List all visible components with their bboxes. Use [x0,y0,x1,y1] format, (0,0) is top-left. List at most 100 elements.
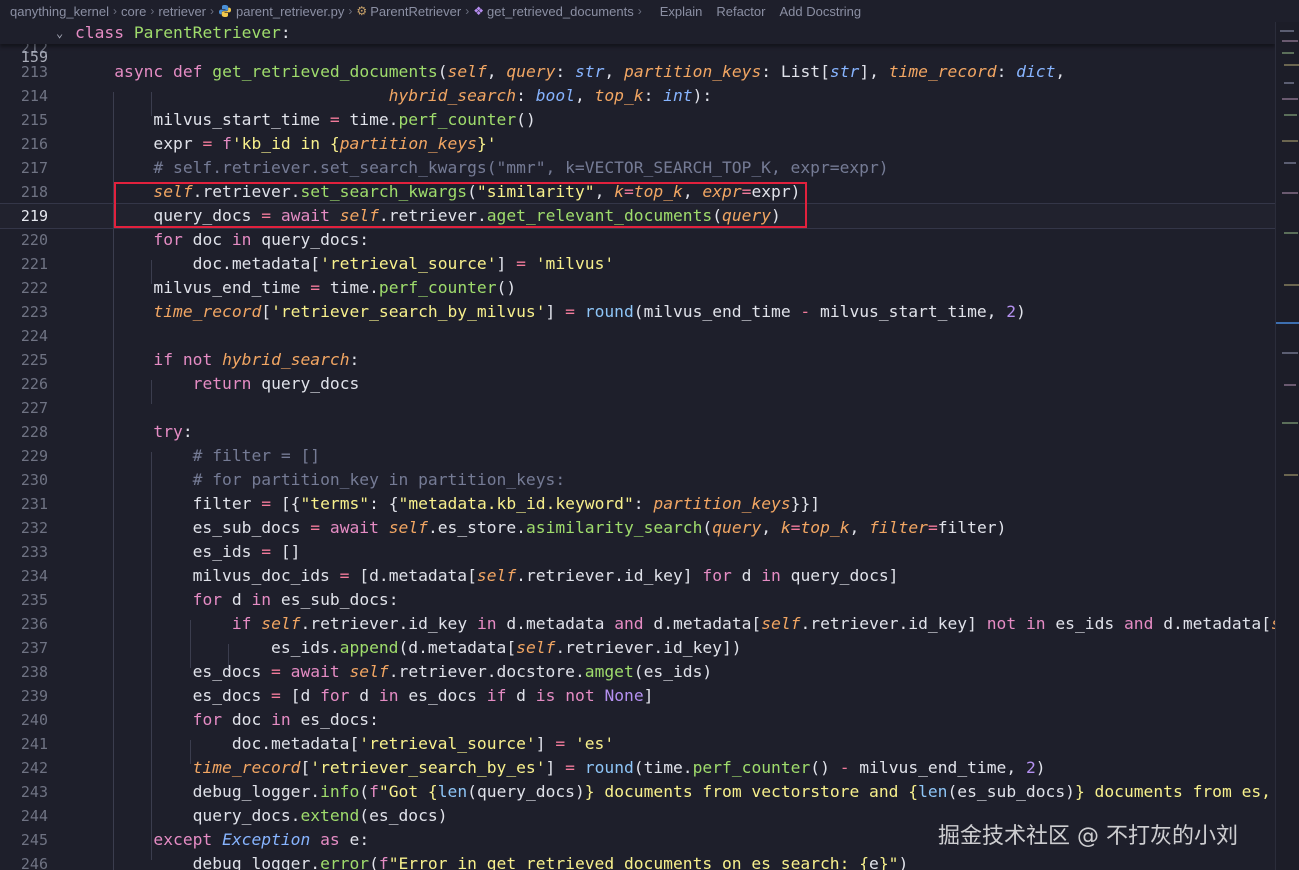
line-number: 236 [20,615,48,633]
minimap-line [1280,30,1294,32]
minimap-line [1282,192,1298,194]
add-docstring-action[interactable]: Add Docstring [779,4,861,19]
minimap-line [1282,52,1294,54]
code-line-216: 216 expr = f'kb_id in {partition_keys}' [0,132,1275,156]
minimap-line [1282,140,1298,142]
chevron-right-icon: › [210,4,215,18]
code-line-217: 217 # self.retriever.set_search_kwargs("… [0,156,1275,180]
code-line-225: 225 if not hybrid_search: [0,348,1275,372]
line-number: 220 [20,231,48,249]
annotation-highlight-box [114,182,807,228]
code-line-243: 243 debug_logger.info(f"Got {len(query_d… [0,780,1275,804]
chevron-right-icon: › [348,4,353,18]
code-line-224: 224 [0,324,1275,348]
breadcrumb-item-qanything-kernel[interactable]: qanything_kernel [10,4,109,19]
breadcrumb-item-core[interactable]: core [121,4,146,19]
code-line-221: 221 doc.metadata['retrieval_source'] = '… [0,252,1275,276]
minimap-line [1282,98,1298,100]
line-number: 239 [20,687,48,705]
line-number: 234 [20,567,48,585]
breadcrumb: qanything_kernel › core › retriever › pa… [0,0,1299,22]
code-line-239: 239 es_docs = [d for d in es_docs if d i… [0,684,1275,708]
chevron-right-icon: › [465,4,470,18]
watermark: 掘金技术社区 @ 不打灰的小刘 [938,824,1238,849]
code-line-233: 233 es_ids = [] [0,540,1275,564]
minimap-line [1284,82,1294,84]
line-number: 218 [20,183,48,201]
minimap-line [1284,474,1298,476]
minimap-line [1284,64,1299,66]
minimap-line [1284,114,1297,116]
line-number: 224 [20,327,48,345]
code-line-246: 246 debug_logger.error(f"Error in get_re… [0,852,1275,870]
line-number: 228 [20,423,48,441]
breadcrumb-item-class[interactable]: ParentRetriever [370,4,461,19]
line-number: 222 [20,279,48,297]
method-symbol-icon: ❖ [473,4,484,18]
minimap-line [1282,352,1298,354]
class-symbol-icon: ⚙ [356,4,368,18]
line-number: 223 [20,303,48,321]
minimap-line [1284,232,1298,234]
python-file-icon [219,5,232,17]
line-number: 243 [20,783,48,801]
code-line-230: 230 # for partition_key in partition_key… [0,468,1275,492]
explain-action[interactable]: Explain [660,4,703,19]
code-line-223: 223 time_record['retriever_search_by_mil… [0,300,1275,324]
code-line-240: 240 for doc in es_docs: [0,708,1275,732]
line-number: 231 [20,495,48,513]
line-number: 245 [20,831,48,849]
minimap-line [1282,40,1298,42]
code-line-234: 234 milvus_doc_ids = [d.metadata[self.re… [0,564,1275,588]
line-number: 238 [20,663,48,681]
breadcrumb-item-method[interactable]: get_retrieved_documents [487,4,634,19]
line-number: 225 [20,351,48,369]
code-line-237: 237 es_ids.append(d.metadata[self.retrie… [0,636,1275,660]
code-editor[interactable]: 159 ⌄ class ParentRetriever: 212 213 asy… [0,22,1275,870]
line-number: 229 [20,447,48,465]
line-number: 233 [20,543,48,561]
code-line-215: 215 milvus_start_time = time.perf_counte… [0,108,1275,132]
line-number: 242 [20,759,48,777]
code-line-213: 213 async def get_retrieved_documents(se… [0,60,1275,84]
code-line-214: 214 hybrid_search: bool, top_k: int): [0,84,1275,108]
line-number: 221 [20,255,48,273]
code-line-242: 242 time_record['retriever_search_by_es'… [0,756,1275,780]
code-line-228: 228 try: [0,420,1275,444]
line-number: 159 [20,48,48,66]
line-number: 217 [20,159,48,177]
code-line-231: 231 filter = [{"terms": {"metadata.kb_id… [0,492,1275,516]
code-line-241: 241 doc.metadata['retrieval_source'] = '… [0,732,1275,756]
breadcrumb-item-file[interactable]: parent_retriever.py [236,4,344,19]
code-line-222: 222 milvus_end_time = time.perf_counter(… [0,276,1275,300]
minimap-line [1282,422,1298,424]
code-line-238: 238 es_docs = await self.retriever.docst… [0,660,1275,684]
code-line-226: 226 return query_docs [0,372,1275,396]
chevron-right-icon: › [637,4,642,18]
line-number: 227 [20,399,48,417]
line-number: 240 [20,711,48,729]
line-number: 219 [20,207,48,225]
minimap-line [1284,284,1299,286]
code-line-220: 220 for doc in query_docs: [0,228,1275,252]
minimap-line [1284,384,1296,386]
code-line-232: 232 es_sub_docs = await self.es_store.as… [0,516,1275,540]
line-number: 246 [20,855,48,870]
sticky-scroll-header[interactable]: 159 ⌄ class ParentRetriever: [0,22,1275,66]
code-line: class ParentRetriever: [75,23,291,42]
code-line-235: 235 for d in es_sub_docs: [0,588,1275,612]
code-line-229: 229 # filter = [] [0,444,1275,468]
line-number: 230 [20,471,48,489]
chevron-right-icon: › [113,4,118,18]
fold-chevron-icon[interactable]: ⌄ [56,22,63,45]
minimap[interactable] [1275,22,1299,870]
line-number: 244 [20,807,48,825]
refactor-action[interactable]: Refactor [716,4,765,19]
line-number: 235 [20,591,48,609]
chevron-right-icon: › [150,4,155,18]
breadcrumb-item-retriever[interactable]: retriever [158,4,206,19]
line-number: 232 [20,519,48,537]
minimap-line [1284,162,1296,164]
code-line-236: 236 if self.retriever.id_key in d.metada… [0,612,1275,636]
minimap-line [1276,322,1299,324]
